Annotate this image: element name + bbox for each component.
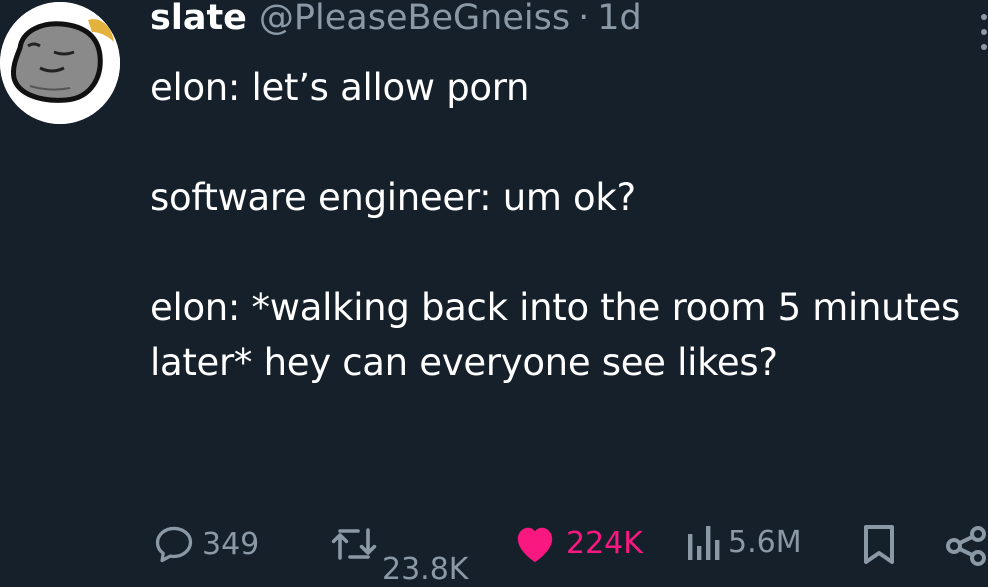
share-button[interactable] <box>944 526 988 566</box>
heart-icon <box>517 527 553 563</box>
tweet-header: slate @PleaseBeGneiss · 1d <box>150 0 642 46</box>
share-icon <box>946 526 986 566</box>
author-handle[interactable]: @PleaseBeGneiss <box>259 0 570 38</box>
tweet-time[interactable]: 1d <box>597 0 642 38</box>
retweet-icon <box>331 528 377 560</box>
tweet-line: elon: *walking back into the room 5 minu… <box>150 286 960 384</box>
retweet-button[interactable] <box>330 524 378 564</box>
tweet-text: elon: let’s allow porn software engineer… <box>150 60 970 390</box>
like-button[interactable]: 224K <box>512 522 643 564</box>
avatar[interactable] <box>0 2 120 124</box>
reply-button[interactable]: 349 <box>152 522 259 566</box>
views-button[interactable]: 5.6M <box>686 522 802 562</box>
reply-icon <box>155 526 193 563</box>
rock-character-avatar <box>0 2 120 124</box>
tweet-line: elon: let’s allow porn <box>150 66 530 109</box>
retweet-count: 23.8K <box>382 552 469 587</box>
bookmark-icon <box>864 525 894 564</box>
tweet-line: software engineer: um ok? <box>150 176 636 219</box>
action-bar: 349 23.8K 224K 5.6M <box>0 520 988 587</box>
bookmark-button[interactable] <box>862 524 896 566</box>
views-count: 5.6M <box>728 524 802 560</box>
author-name[interactable]: slate <box>150 0 247 38</box>
views-chart-icon <box>688 526 720 560</box>
more-vertical-icon[interactable] <box>978 14 988 50</box>
separator-dot: · <box>578 0 590 38</box>
reply-count: 349 <box>202 526 260 562</box>
like-count: 224K <box>566 525 643 561</box>
